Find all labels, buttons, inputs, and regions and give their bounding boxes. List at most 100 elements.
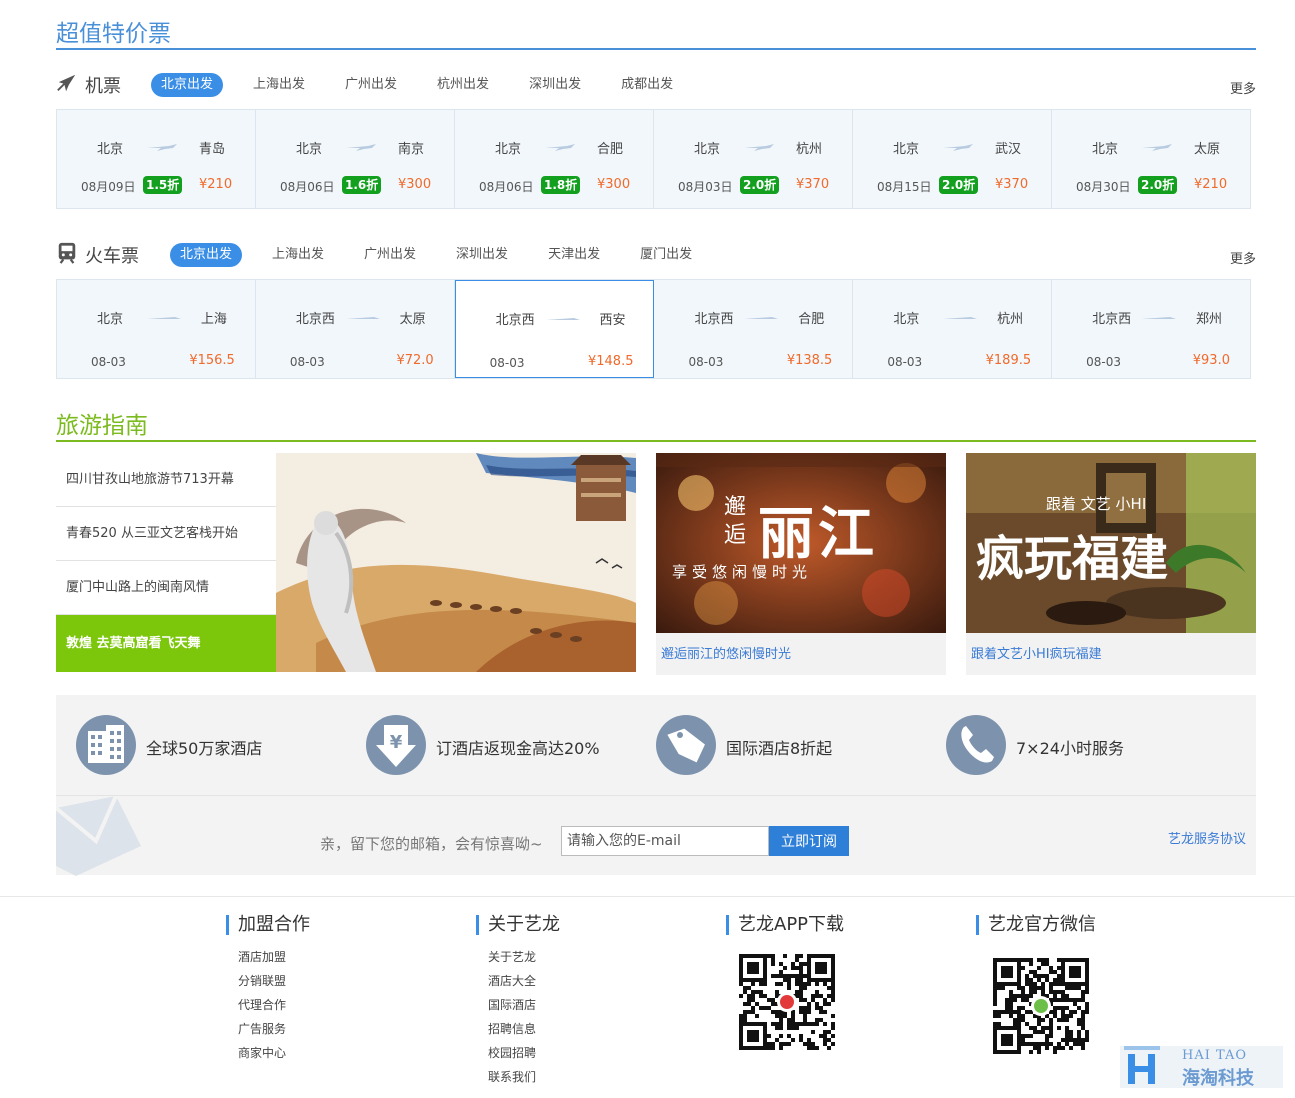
- dunhuang-desert-illustration: [276, 453, 636, 672]
- train-tab-5[interactable]: 厦门出发: [630, 243, 702, 267]
- discount-badge: 1.5折: [143, 176, 183, 194]
- route-rail-icon: [943, 317, 978, 319]
- lijiang-promo-card[interactable]: 邂 逅 丽江 享受悠闲慢时光 邂逅丽江的悠闲慢时光: [656, 453, 946, 675]
- flight-tab-0[interactable]: 北京出发: [151, 73, 224, 97]
- train-origin: 北京西: [1092, 312, 1132, 327]
- fujian-promo-card[interactable]: 跟着 文艺 小HI 疯玩福建 跟着文艺小HI疯玩福建: [966, 453, 1256, 675]
- guide-list-item[interactable]: 青春520 从三亚文艺客栈开始: [56, 507, 276, 561]
- subscribe-button[interactable]: 立即订阅: [769, 826, 849, 856]
- flight-deal-card[interactable]: 北京 太原 08月30日 2.0折 ¥210: [1052, 110, 1250, 208]
- footer-join-column: 加盟合作 酒店加盟 分销联盟 代理合作 广告服务 商家中心: [226, 915, 310, 1065]
- footer-about-link[interactable]: 关于艺龙: [488, 945, 560, 969]
- flight-price: ¥210: [1194, 177, 1228, 192]
- flight-date: 08月15日: [877, 180, 932, 194]
- train-icon: [58, 242, 76, 264]
- flight-destination: 南京: [397, 142, 424, 157]
- train-deal-card[interactable]: 北京西 太原 08-03 ¥72.0: [256, 280, 455, 378]
- train-date: 08-03: [688, 355, 724, 369]
- train-price: ¥93.0: [1192, 353, 1230, 368]
- route-plane-icon: [1142, 144, 1172, 151]
- flight-deal-card[interactable]: 北京 青岛 08月09日 1.5折 ¥210: [57, 110, 256, 208]
- footer-about-link[interactable]: 酒店大全: [488, 969, 560, 993]
- footer-about-title: 关于艺龙: [476, 915, 560, 935]
- flight-destination: 合肥: [596, 142, 623, 157]
- guide-list-item[interactable]: 厦门中山路上的闽南风情: [56, 561, 276, 615]
- flight-date: 08月06日: [479, 180, 534, 194]
- train-price: ¥72.0: [396, 353, 434, 368]
- train-tab-0[interactable]: 北京出发: [170, 243, 243, 267]
- flight-destination: 杭州: [795, 142, 822, 157]
- flight-deal-card[interactable]: 北京 南京 08月06日 1.6折 ¥300: [256, 110, 455, 208]
- flight-tab-4[interactable]: 深圳出发: [519, 73, 591, 97]
- train-deal-card[interactable]: 北京西 合肥 08-03 ¥138.5: [654, 280, 854, 378]
- flight-date: 08月03日: [678, 180, 733, 194]
- lijiang-promo-caption[interactable]: 邂逅丽江的悠闲慢时光: [661, 643, 791, 662]
- train-destination: 郑州: [1195, 312, 1222, 327]
- discount-badge: 2.0折: [1138, 176, 1178, 194]
- flight-price: ¥210: [199, 177, 233, 192]
- flight-date: 08月06日: [280, 180, 335, 194]
- flight-origin: 北京: [1092, 142, 1119, 157]
- train-tab-1[interactable]: 上海出发: [262, 243, 334, 267]
- haitao-logo-icon: [1124, 1046, 1160, 1084]
- train-deal-card[interactable]: 北京 杭州 08-03 ¥189.5: [853, 280, 1053, 378]
- lijiang-art-small-2: 逅: [724, 523, 747, 548]
- guide-list-item[interactable]: 敦煌 去莫高窟看飞天舞: [56, 615, 288, 672]
- footer-app-column: 艺龙APP下载: [726, 915, 844, 935]
- flight-deal-cards: 北京 青岛 08月09日 1.5折 ¥210 北京 南京 08月06日 1.6折 ¥300 北京 合肥…: [56, 109, 1251, 209]
- flight-tab-1[interactable]: 上海出发: [243, 73, 315, 97]
- footer-about-link[interactable]: 联系我们: [488, 1065, 560, 1089]
- flight-destination: 武汉: [994, 142, 1021, 157]
- feature-international-text: 国际酒店8折起: [726, 739, 833, 758]
- flight-deal-card[interactable]: 北京 武汉 08月15日 2.0折 ¥370: [853, 110, 1052, 208]
- train-destination: 太原: [399, 312, 426, 327]
- train-tab-2[interactable]: 广州出发: [354, 243, 426, 267]
- flight-tab-3[interactable]: 杭州出发: [427, 73, 499, 97]
- service-agreement-link[interactable]: 艺龙服务协议: [1168, 828, 1246, 847]
- flight-origin: 北京: [694, 142, 721, 157]
- footer-join-link[interactable]: 分销联盟: [238, 969, 310, 993]
- route-plane-icon: [147, 144, 177, 151]
- dunhuang-hero-image[interactable]: [276, 453, 636, 672]
- watermark-en: HAI TAO: [1182, 1048, 1247, 1063]
- fujian-promo-image: 跟着 文艺 小HI 疯玩福建: [966, 453, 1256, 633]
- train-tab-3[interactable]: 深圳出发: [446, 243, 518, 267]
- flight-deal-card[interactable]: 北京 合肥 08月06日 1.8折 ¥300: [455, 110, 654, 208]
- discount-badge: 2.0折: [740, 176, 780, 194]
- train-price: ¥148.5: [587, 354, 634, 369]
- train-date: 08-03: [887, 355, 923, 369]
- train-origin: 北京: [893, 312, 920, 327]
- flight-tab-2[interactable]: 广州出发: [335, 73, 407, 97]
- train-more-link[interactable]: 更多: [1230, 248, 1256, 267]
- train-deal-card[interactable]: 北京西 郑州 08-03 ¥93.0: [1052, 280, 1250, 378]
- guide-list-item[interactable]: 四川甘孜山地旅游节713开幕: [56, 453, 276, 507]
- train-date: 08-03: [489, 356, 525, 370]
- footer-join-title: 加盟合作: [226, 915, 310, 935]
- train-tab-4[interactable]: 天津出发: [538, 243, 610, 267]
- guide-title: 旅游指南: [56, 413, 148, 439]
- discount-badge: 1.6折: [342, 176, 382, 194]
- footer-about-link[interactable]: 校园招聘: [488, 1041, 560, 1065]
- yen-cashback-icon: ¥: [366, 715, 426, 775]
- footer-join-link[interactable]: 代理合作: [238, 993, 310, 1017]
- flight-deal-card[interactable]: 北京 杭州 08月03日 2.0折 ¥370: [654, 110, 853, 208]
- route-rail-icon: [147, 317, 181, 319]
- route-rail-icon: [1142, 317, 1177, 319]
- train-deal-card[interactable]: 北京西 西安 08-03 ¥148.5: [454, 280, 655, 378]
- fujian-promo-caption[interactable]: 跟着文艺小HI疯玩福建: [971, 643, 1102, 662]
- footer-join-link[interactable]: 广告服务: [238, 1017, 310, 1041]
- route-rail-icon: [744, 317, 779, 319]
- flight-more-link[interactable]: 更多: [1230, 78, 1256, 97]
- footer-about-link[interactable]: 国际酒店: [488, 993, 560, 1017]
- footer-join-link[interactable]: 酒店加盟: [238, 945, 310, 969]
- flight-tab-5[interactable]: 成都出发: [611, 73, 683, 97]
- footer-wechat-column: 艺龙官方微信: [976, 915, 1096, 935]
- email-input[interactable]: [561, 826, 769, 856]
- subscribe-prompt: 亲，留下您的邮箱，会有惊喜呦~: [320, 835, 543, 853]
- footer-join-link[interactable]: 商家中心: [238, 1041, 310, 1065]
- flight-origin: 北京: [296, 142, 323, 157]
- train-deal-card[interactable]: 北京 上海 08-03 ¥156.5: [57, 280, 256, 378]
- footer-about-link[interactable]: 招聘信息: [488, 1017, 560, 1041]
- train-price: ¥138.5: [786, 353, 833, 368]
- train-origin: 北京西: [694, 312, 734, 327]
